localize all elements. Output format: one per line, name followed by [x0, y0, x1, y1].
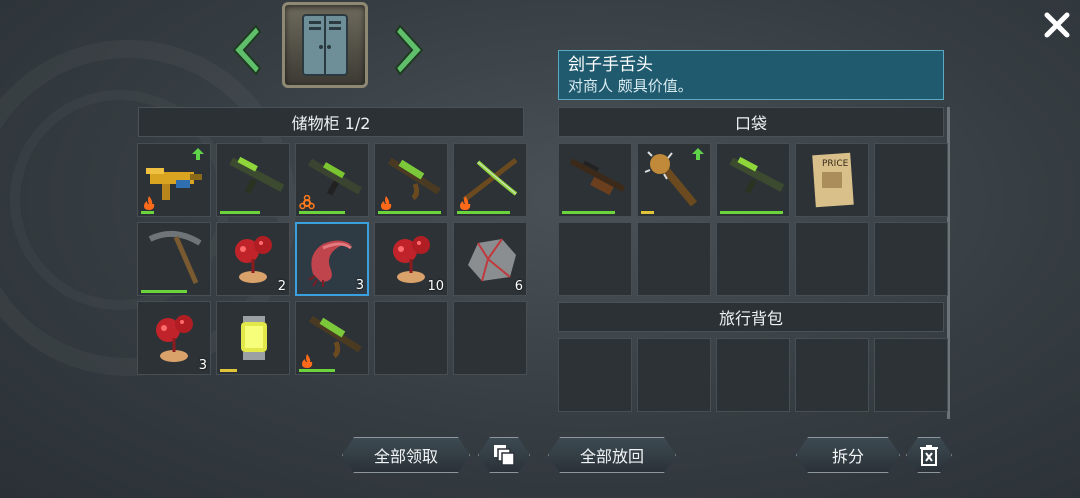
biohazard-icon — [299, 195, 315, 210]
storage-slot[interactable] — [137, 143, 211, 217]
pocket-slot[interactable]: PRICE — [795, 143, 869, 217]
storage-slot[interactable] — [453, 301, 527, 375]
travel-backpack-slot[interactable] — [874, 338, 948, 412]
durability-bar — [299, 211, 345, 214]
glowing-lantern-icon — [241, 316, 267, 360]
durability-bar — [141, 211, 154, 214]
item-description: 对商人 颇具价值。 — [568, 77, 693, 95]
travel-backpack-slot[interactable] — [716, 338, 790, 412]
travel-backpack-slot[interactable] — [558, 338, 632, 412]
storage-slot[interactable] — [374, 143, 448, 217]
close-icon[interactable] — [1042, 10, 1072, 40]
durability-bar — [220, 369, 237, 372]
travel-backpack-grid — [558, 338, 948, 412]
storage-grid: 2 3 10 6 3 — [137, 143, 527, 375]
trash-icon — [919, 444, 939, 466]
storage-slot[interactable] — [216, 143, 290, 217]
storage-slot[interactable] — [295, 301, 369, 375]
pickaxe-icon — [148, 230, 202, 284]
durability-bar — [220, 211, 260, 214]
stack-button[interactable] — [478, 437, 530, 473]
durability-bar — [141, 290, 187, 293]
previous-container-arrow-icon[interactable] — [230, 24, 262, 76]
pocket-slot[interactable] — [874, 222, 948, 296]
storage-header: 储物柜 1/2 — [138, 107, 524, 137]
pocket-slot[interactable] — [637, 143, 711, 217]
green-rifle-icon — [729, 156, 785, 194]
collect-all-button[interactable]: 全部领取 — [342, 437, 470, 473]
pocket-slot[interactable] — [716, 143, 790, 217]
item-count: 6 — [514, 279, 523, 294]
next-container-arrow-icon[interactable] — [394, 24, 426, 76]
hunting-rifle-icon — [569, 158, 626, 196]
pocket-slot[interactable] — [716, 222, 790, 296]
price-poster-icon: PRICE — [812, 152, 854, 208]
storage-slot[interactable] — [374, 301, 448, 375]
pocket-header: 口袋 — [558, 107, 944, 137]
pocket-slot[interactable] — [637, 222, 711, 296]
storage-slot[interactable]: 10 — [374, 222, 448, 296]
metal-locker-icon — [282, 2, 368, 88]
upgrade-arrow-icon — [192, 148, 204, 160]
storage-slot[interactable] — [295, 143, 369, 217]
green-rifle-icon — [229, 156, 285, 194]
storage-slot[interactable] — [453, 143, 527, 217]
travel-backpack-header: 旅行背包 — [558, 302, 944, 332]
item-count: 3 — [355, 278, 364, 293]
pocket-slot[interactable] — [558, 143, 632, 217]
item-count: 10 — [427, 279, 444, 294]
storage-slot[interactable] — [216, 301, 290, 375]
split-button[interactable]: 拆分 — [796, 437, 900, 473]
item-name: 刽子手舌头 — [568, 55, 653, 75]
storage-slot[interactable] — [137, 222, 211, 296]
fire-icon — [460, 196, 471, 210]
fire-icon — [302, 354, 313, 368]
upgrade-arrow-icon — [692, 148, 704, 160]
durability-bar — [562, 211, 615, 214]
pocket-slot[interactable] — [558, 222, 632, 296]
durability-bar — [378, 211, 441, 214]
item-count: 2 — [277, 279, 286, 294]
durability-bar — [299, 369, 335, 372]
storage-slot[interactable]: 3 — [295, 222, 369, 296]
durability-bar — [457, 211, 510, 214]
svg-text:PRICE: PRICE — [822, 159, 849, 169]
stack-icon — [492, 443, 516, 467]
travel-backpack-slot[interactable] — [637, 338, 711, 412]
storage-slot[interactable]: 2 — [216, 222, 290, 296]
durability-bar — [641, 211, 654, 214]
pocket-grid: PRICE — [558, 143, 948, 296]
trash-button[interactable] — [906, 437, 952, 473]
fire-icon — [381, 196, 392, 210]
storage-slot[interactable]: 3 — [137, 301, 211, 375]
item-count: 3 — [198, 358, 207, 373]
pocket-slot[interactable] — [795, 222, 869, 296]
pocket-slot[interactable] — [874, 143, 948, 217]
fire-icon — [144, 196, 155, 210]
item-tooltip: 刽子手舌头 对商人 颇具价值。 — [558, 50, 944, 100]
storage-slot[interactable]: 6 — [453, 222, 527, 296]
travel-backpack-slot[interactable] — [795, 338, 869, 412]
durability-bar — [720, 211, 783, 214]
return-all-button[interactable]: 全部放回 — [548, 437, 676, 473]
